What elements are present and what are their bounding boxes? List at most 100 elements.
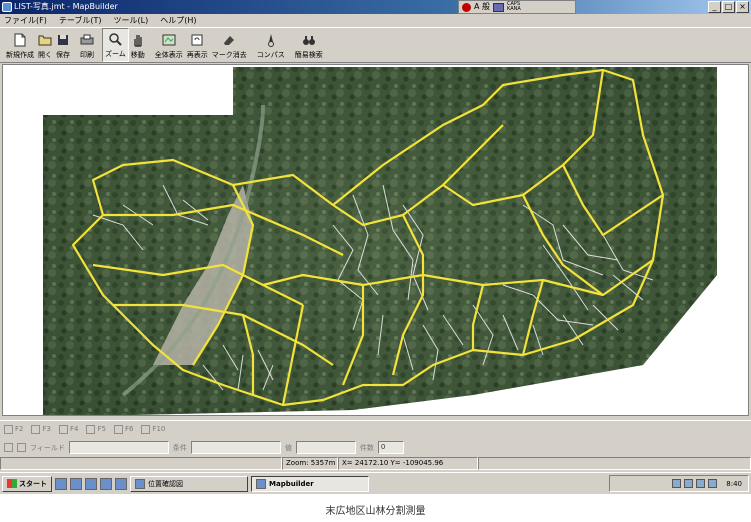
menu-file[interactable]: ファイル(F) xyxy=(4,14,47,27)
print-button-label: 印刷 xyxy=(80,51,94,59)
quicklaunch-explorer-icon[interactable] xyxy=(115,477,127,490)
close-button[interactable]: × xyxy=(736,1,749,13)
app-icon xyxy=(2,2,12,12)
full-extent-button-label: 全体表示 xyxy=(154,51,183,59)
function-key-bar: F2 F3 F4 F5 F6 F10 xyxy=(0,420,751,437)
mapbuilder-icon xyxy=(256,478,266,489)
quicklaunch-outlook-icon[interactable] xyxy=(70,477,82,490)
status-bar: Zoom: 5357m X= 24172.10 Y= -109045.96 xyxy=(0,457,751,470)
save-button-label: 保存 xyxy=(56,51,70,59)
new-button[interactable]: 新規作成 xyxy=(4,28,36,62)
fkey-f3[interactable]: F3 xyxy=(31,424,51,434)
fkey-f5[interactable]: F5 xyxy=(86,424,106,434)
maximize-button[interactable]: □ xyxy=(722,1,735,13)
task-position-map[interactable]: 位置確認図 xyxy=(130,475,248,492)
save-button[interactable]: 保存 xyxy=(54,28,72,62)
ime-toolbar[interactable]: A 般 CAPS KANA xyxy=(458,0,576,14)
zoom-button-label: ズーム xyxy=(105,50,126,58)
window-controls: _ □ × xyxy=(708,1,749,13)
refresh-icon xyxy=(190,33,204,47)
fkey-f6-icon xyxy=(113,424,123,434)
table-tool-icon[interactable] xyxy=(17,443,26,452)
pan-hand-icon xyxy=(131,33,145,47)
print-button[interactable]: 印刷 xyxy=(78,28,96,62)
task-mapbuilder-label: Mapbuilder xyxy=(269,479,314,488)
fkey-f5-icon xyxy=(86,424,96,434)
menu-help[interactable]: ヘルプ(H) xyxy=(160,14,196,27)
windows-logo-icon xyxy=(7,479,17,488)
refresh-button[interactable]: 再表示 xyxy=(185,28,210,62)
new-button-label: 新規作成 xyxy=(6,51,34,59)
tray-ime-icon[interactable] xyxy=(672,479,682,488)
aerial-map[interactable] xyxy=(3,65,749,416)
quick-search-button-label: 簡易検索 xyxy=(294,51,323,59)
quicklaunch-app-icon[interactable] xyxy=(100,477,112,490)
fkey-f4-icon xyxy=(58,424,68,434)
image-caption: 末広地区山林分割測量 xyxy=(325,506,426,517)
ime-input-icon[interactable] xyxy=(462,2,471,12)
tray-app-icon[interactable] xyxy=(708,479,718,488)
field-select[interactable] xyxy=(68,441,169,454)
coordinate-readout: X= 24172.10 Y= -109045.96 xyxy=(338,457,478,470)
task-mapbuilder[interactable]: Mapbuilder xyxy=(251,475,369,492)
minimize-button[interactable]: _ xyxy=(708,1,721,13)
select-tool-icon[interactable] xyxy=(4,443,13,452)
window-title: LIST-写真.jmt - MapBuilder xyxy=(14,2,118,11)
count-input[interactable]: 0 xyxy=(377,441,404,454)
save-icon xyxy=(56,33,70,47)
menu-table[interactable]: テーブル(T) xyxy=(59,14,102,27)
binoculars-icon xyxy=(302,33,316,47)
full-extent-icon xyxy=(162,33,176,47)
zoom-icon xyxy=(108,32,122,46)
condition-input[interactable] xyxy=(190,441,281,454)
start-button[interactable]: スタート xyxy=(2,475,52,492)
compass-button-label: コンパス xyxy=(256,51,285,59)
open-folder-icon xyxy=(38,33,52,47)
ime-dictionary-icon[interactable] xyxy=(493,2,505,12)
menu-tools[interactable]: ツール(L) xyxy=(114,14,149,27)
open-button-label: 開く xyxy=(38,51,52,59)
condition-label: 条件 xyxy=(172,443,187,452)
fkey-f10[interactable]: F10 xyxy=(141,424,165,434)
count-label: 件数 xyxy=(359,443,374,452)
pan-button[interactable]: 移動 xyxy=(129,28,147,62)
task-position-map-label: 位置確認図 xyxy=(148,479,183,488)
quicklaunch-desktop-icon[interactable] xyxy=(85,477,97,490)
fkey-f3-icon xyxy=(31,424,41,434)
folder-icon xyxy=(135,478,145,489)
aerial-photo-shading xyxy=(43,67,717,415)
ime-status-text: CAPS KANA xyxy=(507,1,521,12)
start-label: スタート xyxy=(19,479,47,488)
erase-mark-icon xyxy=(222,33,236,47)
compass-button[interactable]: コンパス xyxy=(255,28,287,62)
compass-icon xyxy=(264,33,278,47)
menu-bar: ファイル(F) テーブル(T) ツール(L) ヘルプ(H) xyxy=(0,14,751,27)
value-input[interactable] xyxy=(295,441,356,454)
refresh-button-label: 再表示 xyxy=(186,51,208,59)
open-button[interactable]: 開く xyxy=(36,28,54,62)
quick-search-button[interactable]: 簡易検索 xyxy=(293,28,325,62)
full-extent-button[interactable]: 全体表示 xyxy=(153,28,185,62)
toolbar: 新規作成 開く 保存 印刷 ズーム 移動 全体表示 再表示 マーク消去 コンパス… xyxy=(0,27,751,63)
status-message xyxy=(0,457,282,470)
fkey-f2[interactable]: F2 xyxy=(4,424,23,434)
quicklaunch-ie-icon[interactable] xyxy=(55,477,67,490)
print-icon xyxy=(80,33,94,47)
ime-mode[interactable]: A 般 xyxy=(474,0,490,14)
erase-mark-button-label: マーク消去 xyxy=(211,51,247,59)
title-bar: LIST-写真.jmt - MapBuilder A 般 CAPS KANA _… xyxy=(0,0,751,14)
clock[interactable]: 8:40 xyxy=(726,480,742,488)
screenshot: LIST-写真.jmt - MapBuilder A 般 CAPS KANA _… xyxy=(0,0,751,494)
field-label: フィールド xyxy=(30,443,65,452)
map-view[interactable] xyxy=(2,64,749,416)
query-bar: フィールド 条件 値 件数 0 xyxy=(0,438,751,457)
erase-mark-button[interactable]: マーク消去 xyxy=(210,28,249,62)
tray-network-icon[interactable] xyxy=(684,479,694,488)
zoom-button[interactable]: ズーム xyxy=(102,28,129,62)
fkey-f2-icon xyxy=(4,424,13,434)
fkey-f10-icon xyxy=(141,424,151,434)
fkey-f6[interactable]: F6 xyxy=(113,424,133,434)
value-label: 値 xyxy=(284,443,292,452)
fkey-f4[interactable]: F4 xyxy=(58,424,78,434)
tray-volume-icon[interactable] xyxy=(696,479,706,488)
